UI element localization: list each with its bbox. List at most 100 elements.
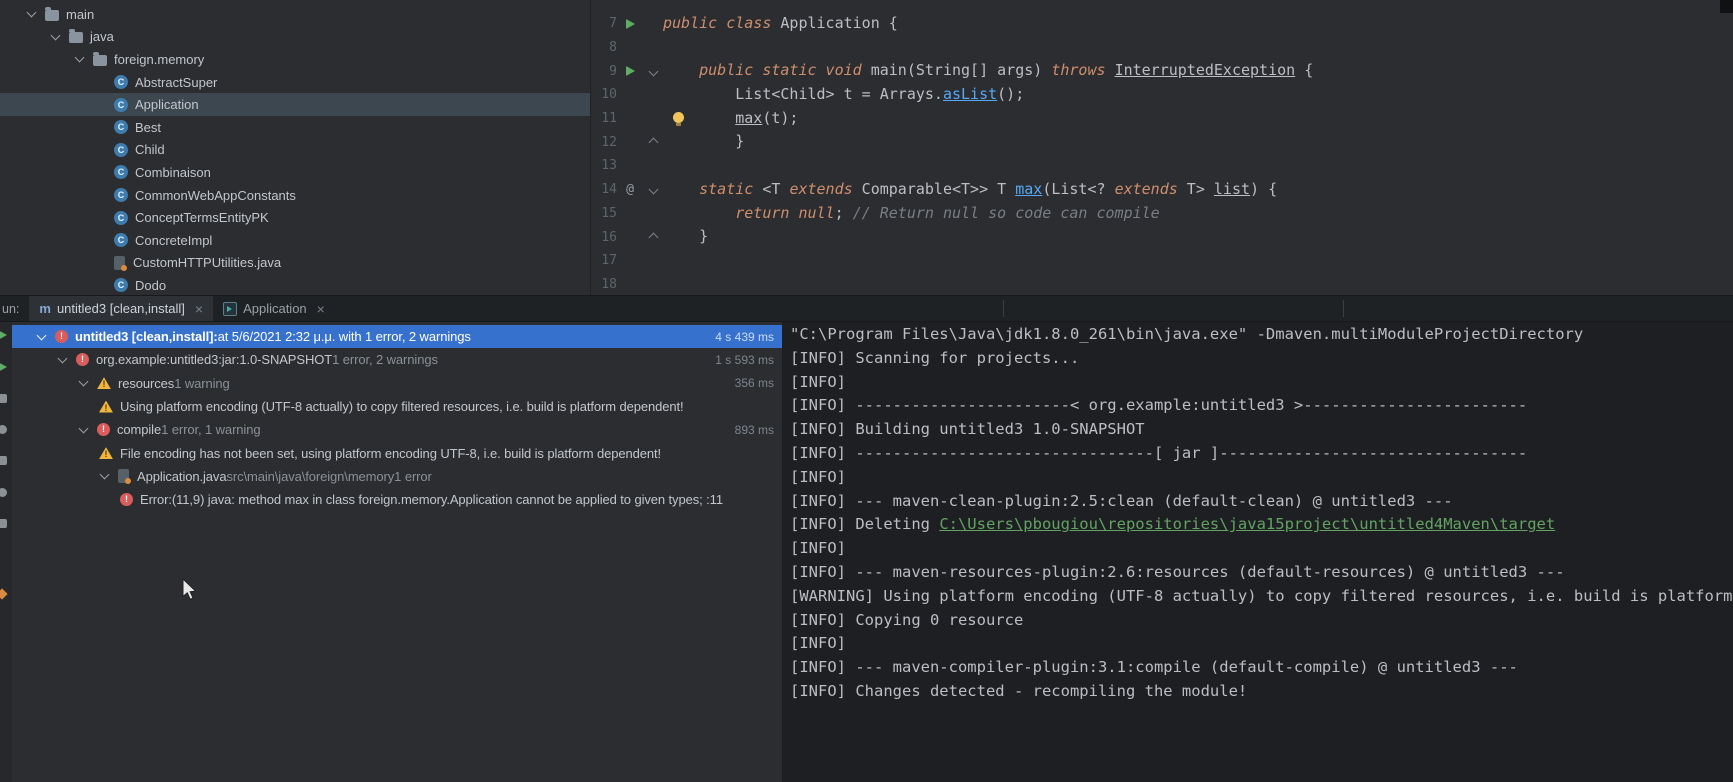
chevron-down-icon[interactable]	[50, 30, 61, 41]
build-tree-row-8[interactable]: ! Error:(11,9) java: method max in class …	[12, 488, 782, 511]
tree-item-abstractsuper[interactable]: C AbstractSuper	[0, 71, 590, 94]
editor-line-7[interactable]: 7 public class Application {	[591, 12, 1733, 36]
close-tab-icon[interactable]: ×	[195, 301, 203, 317]
search-icon[interactable]	[0, 425, 7, 434]
code-token: main(String[] args)	[861, 61, 1052, 80]
class-icon: C	[114, 97, 128, 112]
warning-icon: !	[99, 400, 113, 413]
editor-line-17[interactable]: 17	[591, 249, 1733, 273]
layout-icon[interactable]	[0, 519, 7, 528]
tree-item-combinaison[interactable]: C Combinaison	[0, 161, 590, 184]
editor-gutter: 11	[591, 107, 659, 131]
tab-untitled3-clean-install[interactable]: m untitled3 [clean,install] ×	[29, 296, 214, 321]
close-tab-icon[interactable]: ×	[317, 301, 325, 317]
stop-icon[interactable]	[0, 394, 7, 403]
fold-down-icon[interactable]	[648, 66, 658, 77]
run-icon[interactable]	[0, 330, 7, 340]
build-tree-row-3[interactable]: ! resources 1 warning 356 ms	[12, 372, 782, 395]
chevron-down-icon[interactable]	[26, 7, 37, 18]
line-number: 9	[609, 63, 617, 79]
tree-item-commonwebappconstants[interactable]: C CommonWebAppConstants	[0, 184, 590, 207]
class-icon: C	[114, 188, 128, 203]
build-tree-row-1[interactable]: ! untitled3 [clean,install]: at 5/6/2021 …	[12, 325, 782, 349]
tree-item-best[interactable]: C Best	[0, 116, 590, 139]
tree-item-label: CustomHTTPUtilities.java	[133, 255, 282, 271]
build-tree-row-5[interactable]: ! compile 1 error, 1 warning 893 ms	[12, 418, 782, 441]
run-tabs: m untitled3 [clean,install] × Application ×	[29, 296, 334, 321]
run-gutter-icon[interactable]	[625, 66, 635, 77]
build-tree-row-2[interactable]: ! org.example:untitled3:jar:1.0-SNAPSHOT …	[12, 348, 782, 371]
chevron-down-icon[interactable]	[99, 469, 110, 480]
history-icon[interactable]	[0, 488, 7, 497]
fold-up-icon[interactable]	[648, 232, 658, 242]
editor-line-8[interactable]: 8	[591, 36, 1733, 60]
build-console[interactable]: "C:\Program Files\Java\jdk1.8.0_261\bin\…	[782, 322, 1733, 782]
editor-gutter: 17	[591, 249, 659, 273]
console-text: [INFO] Scanning for projects...	[790, 348, 1080, 367]
build-output-tree[interactable]: ! untitled3 [clean,install]: at 5/6/2021 …	[12, 322, 782, 782]
editor-line-15[interactable]: 15 return null; // Return null so code c…	[591, 202, 1733, 226]
code-line: public static void main(String[] args) t…	[659, 59, 1313, 83]
tab-application[interactable]: Application ×	[213, 296, 335, 321]
code-token: T>	[1177, 179, 1214, 198]
console-text: [WARNING] Using platform encoding (UTF-8…	[790, 586, 1733, 605]
editor-line-14[interactable]: 14 @ static <T extends Comparable<T>> T m…	[591, 178, 1733, 202]
build-row-text: Application.java	[137, 468, 227, 484]
java-file-icon	[118, 469, 131, 485]
console-file-link[interactable]: C:\Users\pbougiou\repositories\java15pro…	[939, 515, 1555, 533]
editor-gutter: 15	[591, 202, 659, 226]
chevron-down-icon[interactable]	[57, 353, 68, 364]
line-number: 16	[601, 229, 617, 245]
quickfix-bulb-icon[interactable]	[673, 111, 684, 126]
build-tree-row-7[interactable]: Application.java src\main\java\foreign\m…	[12, 465, 782, 488]
chevron-down-icon[interactable]	[78, 423, 89, 434]
build-tree-row-4[interactable]: ! Using platform encoding (UTF-8 actually…	[12, 395, 782, 418]
editor-line-9[interactable]: 9 public static void main(String[] args)…	[591, 59, 1733, 83]
top-area: main java foreign.memory C AbstractSuper C App…	[0, 0, 1733, 295]
class-icon: C	[114, 278, 128, 293]
error-icon: !	[55, 330, 68, 344]
tree-item-java[interactable]: java	[0, 26, 590, 49]
rerun-icon[interactable]	[0, 362, 7, 372]
duration-label: 1 s 593 ms	[715, 352, 774, 367]
tree-item-foreign-memory[interactable]: foreign.memory	[0, 48, 590, 71]
build-row-text: 1 error	[394, 468, 432, 484]
class-icon: C	[114, 210, 128, 225]
chevron-down-icon[interactable]	[78, 376, 89, 387]
editor-panel[interactable]: 7 public class Application {8 9 public sta…	[590, 0, 1733, 295]
error-icon: !	[97, 423, 110, 437]
tree-item-child[interactable]: C Child	[0, 139, 590, 162]
editor-line-18[interactable]: 18	[591, 273, 1733, 295]
chevron-down-icon[interactable]	[74, 53, 85, 63]
fold-up-icon[interactable]	[648, 137, 658, 148]
pin-icon[interactable]	[0, 588, 8, 600]
chevron-down-icon[interactable]	[36, 330, 47, 341]
project-tree-panel[interactable]: main java foreign.memory C AbstractSuper C App…	[0, 0, 590, 295]
console-text: [INFO] Changes detected - recompiling th…	[790, 681, 1248, 700]
tree-item-label: java	[90, 29, 114, 45]
fold-down-icon[interactable]	[648, 184, 658, 195]
settings-icon[interactable]	[0, 456, 7, 465]
editor-line-10[interactable]: 10 List<Child> t = Arrays.asList();	[591, 83, 1733, 107]
tree-item-dodo[interactable]: C Dodo	[0, 274, 590, 295]
editor-gutter: 8	[591, 36, 659, 60]
editor-line-13[interactable]: 13	[591, 154, 1733, 178]
editor-line-11[interactable]: 11 max(t);	[591, 107, 1733, 131]
console-text: [INFO] Copying 0 resource	[790, 610, 1024, 629]
code-token: (t);	[762, 108, 799, 127]
console-line: [INFO] Scanning for projects...	[790, 347, 1733, 371]
code-token: }	[663, 132, 745, 151]
build-row-text: 1 error, 1 warning	[161, 422, 261, 438]
editor-line-16[interactable]: 16 }	[591, 225, 1733, 249]
tree-item-customhttputilities-java[interactable]: CustomHTTPUtilities.java	[0, 252, 590, 275]
code-token: extends	[789, 179, 853, 198]
editor-line-12[interactable]: 12 }	[591, 130, 1733, 154]
tree-item-concreteimpl[interactable]: C ConcreteImpl	[0, 229, 590, 252]
build-tree-row-6[interactable]: ! File encoding has not been set, using p…	[12, 441, 782, 464]
run-gutter-icon[interactable]	[625, 18, 635, 29]
tree-item-application[interactable]: C Application	[0, 93, 590, 116]
tree-item-main[interactable]: main	[0, 3, 590, 26]
tree-item-concepttermsentitypk[interactable]: C ConceptTermsEntityPK	[0, 206, 590, 229]
tree-item-label: ConcreteImpl	[135, 232, 213, 248]
code-line: }	[659, 225, 708, 249]
